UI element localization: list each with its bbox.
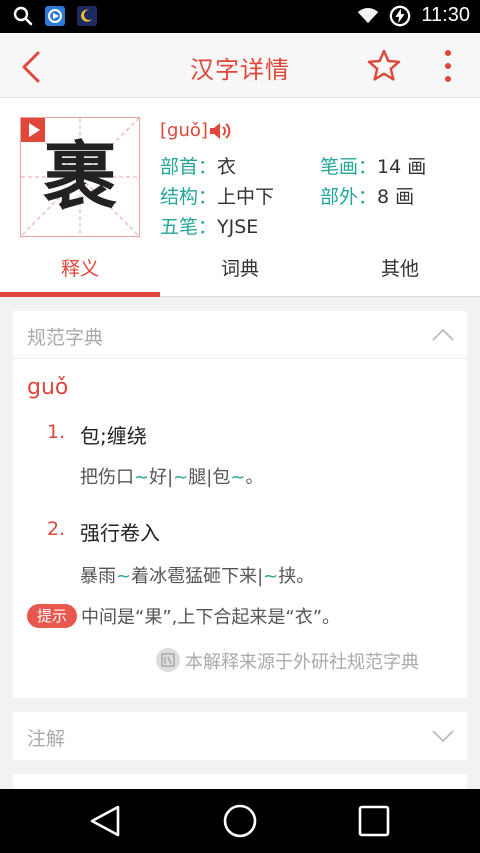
character-glyph: 裹 — [43, 134, 117, 220]
example-tilde: ~ — [173, 467, 189, 488]
stroke-animation-play-button[interactable] — [21, 118, 45, 142]
more-options-button[interactable] — [434, 47, 462, 85]
sense-definition: 包;缠绕 — [80, 424, 147, 448]
wubi-row: 五笔：YJSE — [160, 212, 258, 239]
example-tilde: ~ — [263, 566, 279, 587]
structure-row: 结构：上中下 — [160, 182, 274, 209]
star-icon — [367, 49, 401, 81]
pronounce-button[interactable] — [208, 120, 234, 142]
chevron-up-icon — [432, 328, 454, 341]
nav-recents-button[interactable] — [350, 799, 398, 843]
tip-badge: 提示 — [27, 604, 77, 628]
active-tab-indicator — [0, 292, 160, 297]
dictionary-card-title: 规范字典 — [27, 327, 104, 349]
circle-home-icon — [223, 804, 257, 838]
search-icon — [12, 5, 34, 27]
notes-card-header[interactable]: 注解 — [13, 712, 467, 760]
example-tilde: ~ — [230, 467, 246, 488]
radical-row: 部首：衣 — [160, 152, 236, 179]
character-pinyin: [guǒ] — [160, 120, 208, 141]
example-text: 暴雨 — [80, 566, 116, 587]
outside-strokes-row: 部外：8 画 — [320, 182, 414, 209]
tab-definition[interactable]: 释义 — [0, 253, 160, 297]
nav-home-button[interactable] — [216, 799, 264, 843]
notes-card-title: 注解 — [27, 728, 66, 750]
strokes-value: 14 画 — [377, 156, 427, 178]
play-icon — [29, 123, 40, 137]
character-header: 裹 [guǒ] 部首：衣 笔画：14 画 结构：上中下 部外：8 画 五笔：YJ… — [0, 98, 480, 253]
navigation-bar — [0, 789, 480, 853]
wifi-icon — [357, 5, 379, 27]
radical-label: 部首： — [160, 156, 218, 178]
publisher-logo-icon — [156, 648, 180, 672]
notes-card: 注解 — [13, 712, 467, 760]
tab-other[interactable]: 其他 — [320, 253, 480, 297]
status-bar: 11:30 — [0, 0, 480, 33]
page-title: 汉字详情 — [190, 56, 290, 84]
sense-number: 1. — [47, 421, 66, 443]
outside-strokes-label: 部外： — [320, 186, 378, 208]
example-text: 把伤口 — [80, 467, 134, 488]
character-grid-box: 裹 — [20, 117, 140, 237]
example-tilde: ~ — [134, 467, 150, 488]
example-tilde: ~ — [116, 566, 132, 587]
speaker-icon — [210, 123, 231, 139]
tab-dictionary[interactable]: 词典 — [160, 253, 320, 297]
next-card-partial — [13, 774, 467, 789]
sense-example: 把伤口~好|~腿|包~。 — [80, 463, 263, 489]
favorite-button[interactable] — [366, 48, 402, 84]
moon-icon — [76, 5, 98, 27]
media-player-icon — [44, 5, 66, 27]
dictionary-card-header[interactable]: 规范字典 — [13, 311, 467, 359]
strokes-row: 笔画：14 画 — [320, 152, 426, 179]
definition-pinyin: guǒ — [27, 375, 69, 400]
structure-label: 结构： — [160, 186, 218, 208]
clock-time: 11:30 — [421, 4, 470, 26]
sense-definition: 强行卷入 — [80, 521, 160, 545]
source-text: 本解释来源于外研社规范字典 — [185, 652, 419, 673]
example-text: 挟。 — [278, 566, 315, 587]
radical-value: 衣 — [217, 156, 237, 178]
sense-example: 暴雨~着冰雹猛砸下来|~挟。 — [80, 562, 314, 588]
tip-text: 中间是“果”,上下合起来是“衣”。 — [81, 607, 341, 628]
app-bar: 汉字详情 — [0, 33, 480, 98]
tab-bar: 释义 词典 其他 — [0, 253, 480, 297]
triangle-back-icon — [90, 805, 120, 837]
wubi-value: YJSE — [217, 216, 259, 238]
nav-back-button[interactable] — [82, 799, 130, 843]
example-text: 好| — [149, 467, 174, 488]
chevron-down-icon — [432, 730, 454, 743]
wubi-label: 五笔： — [160, 216, 218, 238]
strokes-label: 笔画： — [320, 156, 378, 178]
structure-value: 上中下 — [217, 186, 275, 208]
example-text: 。 — [245, 467, 264, 488]
sense-number: 2. — [47, 518, 66, 540]
more-vertical-icon — [445, 50, 451, 82]
outside-strokes-value: 8 画 — [377, 186, 415, 208]
example-text: 着冰雹猛砸下来| — [131, 566, 264, 587]
data-saver-icon — [389, 5, 411, 27]
example-text: 腿|包 — [188, 467, 231, 488]
square-recents-icon — [358, 805, 390, 837]
dictionary-card: 规范字典 guǒ 1. 包;缠绕 把伤口~好|~腿|包~。 2. 强行卷入 暴雨… — [13, 311, 467, 698]
